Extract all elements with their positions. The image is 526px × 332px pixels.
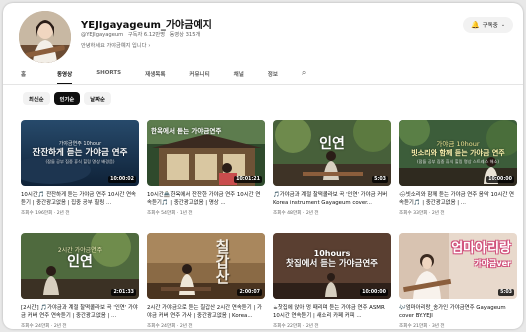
video-duration: 10:01:21 [234,176,262,183]
thumb-line: 엄마아리랑 [451,241,511,256]
video-card[interactable]: 엄마아리랑 가야금ver 5:03 🎶엄마아리랑_송가인 가야금연주 Gayag… [399,233,517,329]
video-thumbnail[interactable]: 한옥에서 듣는 가야금연주 10:01:21 [147,120,265,186]
thumb-line: 칠갑산 [213,239,231,284]
subscriber-count: 구독자 6.12만명 [127,32,165,38]
tab-playlists[interactable]: 재생목록 [145,70,165,84]
channel-description-text: 안녕하세요 가야금예지 입니다 [81,43,147,49]
video-title[interactable]: ☕찻집에 앉아 멍 때리며 듣는 가야금 연주 ASMR 10시간 연속듣기 |… [273,304,391,320]
video-meta: 조회수 21만회 · 3년 전 [399,324,445,329]
video-duration: 2:01:33 [111,289,136,296]
tabs-divider [3,84,523,85]
video-duration: 5:03 [372,176,388,183]
chip-popular[interactable]: 인기순 [53,92,81,105]
video-duration: 5:03 [498,289,514,296]
video-title[interactable]: 🌧빗소리와 함께 듣는 가야금 연주 음악 10시간 연속듣기🎵 | 중간광고없… [399,191,517,207]
thumb-line: (잠들 공부 집중 휴식 힐링 명상 배경음) [45,159,115,164]
video-card[interactable]: 2시간 가야금연주 인연 2:01:33 [2시간] 🎵가야금과 계절 찰떡콜라… [21,233,139,329]
tab-shorts[interactable]: SHORTS [96,70,121,84]
video-duration: 2:00:07 [237,289,262,296]
video-thumbnail[interactable]: 칠갑산 2:00:07 [147,233,265,299]
channel-meta: @YEJIgayageum 구독자 6.12만명 동영상 315개 [81,31,203,38]
video-meta: 조회수 24만회 · 2년 전 [21,324,67,329]
thumb-line: 한옥에서 듣는 가야금연주 [151,127,222,135]
channel-page: YEJIgayageum_가야금예지 @YEJIgayageum 구독자 6.1… [3,3,523,329]
video-card[interactable]: 가야금 10hour 빗소리와 함께 듣는 가야금 연주 (잠들 공부 집중 휴… [399,120,517,233]
video-title[interactable]: 10시간🎵 잔잔하게 듣는 가야금 연주 10시간 연속듣기 | 중간광고없음 … [21,191,139,207]
video-card[interactable]: 가야금연주 10hour 잔잔하게 듣는 가야금 연주 (잠들 공부 집중 휴식… [21,120,139,233]
channel-description[interactable]: 안녕하세요 가야금예지 입니다 › [81,42,150,49]
tab-channels[interactable]: 채널 [234,70,244,84]
video-meta: 조회수 22만회 · 2년 전 [273,324,319,329]
video-thumbnail[interactable]: 가야금 10hour 빗소리와 함께 듣는 가야금 연주 (잠들 공부 집중 휴… [399,120,517,186]
video-title[interactable]: 2시간 가야금으로 듣는 칠갑산 2시간 연속듣기 | 가야금 커버 연주 가사… [147,304,265,320]
subscribed-label: 구독중 [482,23,498,29]
channel-avatar[interactable] [19,11,71,63]
sort-chips: 최신순 인기순 날짜순 [23,92,111,105]
video-thumbnail[interactable]: 10hours 찻집에서 듣는 가야금연주 10:00:00 [273,233,391,299]
video-meta: 조회수 33만회 · 2년 전 [399,211,445,216]
chip-oldest[interactable]: 날짜순 [84,92,111,105]
thumb-line: 가야금ver [474,259,511,268]
thumb-line: 10hours [313,249,351,258]
video-meta: 조회수 48만회 · 2년 전 [273,211,319,216]
video-count: 동영상 315개 [169,32,201,38]
thumb-line: 인연 [67,253,93,270]
channel-name: YEJIgayageum_가야금예지 [81,20,212,31]
video-duration: 10:00:02 [108,176,136,183]
tab-videos[interactable]: 동영상 [57,70,73,84]
video-thumbnail[interactable]: 2시간 가야금연주 인연 2:01:33 [21,233,139,299]
thumb-line: 2시간 가야금연주 [57,246,103,254]
search-icon[interactable]: ⌕ [302,68,306,78]
bell-icon: 🔔 [470,21,480,29]
thumb-line: 빗소리와 함께 듣는 가야금 연주 [411,149,505,157]
chevron-down-icon: ⌄ [500,22,506,28]
video-card[interactable]: 10hours 찻집에서 듣는 가야금연주 10:00:00 ☕찻집에 앉아 멍… [273,233,391,329]
thumb-line: 찻집에서 듣는 가야금연주 [286,259,378,269]
video-card[interactable]: 인연 5:03 🎵가야금과 계절 찰떡콜라보 곡 '인연' 가야금 커버 Kor… [273,120,391,233]
avatar-image [19,11,71,63]
thumb-line: 인연 [319,136,345,152]
video-title[interactable]: 🎵가야금과 계절 찰떡콜라보 곡 '인연' 가야금 커버 Korea instr… [273,191,391,207]
thumb-line: (잠들 공부 집중 휴식 힐링 명상 스트레스 해소) [417,159,499,164]
video-thumbnail[interactable]: 가야금연주 10hour 잔잔하게 듣는 가야금 연주 (잠들 공부 집중 휴식… [21,120,139,186]
video-thumbnail[interactable]: 엄마아리랑 가야금ver 5:03 [399,233,517,299]
video-duration: 10:00:00 [486,176,514,183]
channel-tabs: 홈 동영상 SHORTS 재생목록 커뮤니티 채널 정보 ⌕ [21,68,306,84]
video-meta: 조회수 54만회 · 1년 전 [147,211,193,216]
thumbnail-text: 엄마아리랑 가야금ver [451,241,511,271]
tab-community[interactable]: 커뮤니티 [189,70,209,84]
video-title[interactable]: 🎶엄마아리랑_송가인 가야금연주 Gayageum cover BY.YEJI [399,304,517,320]
video-card[interactable]: 한옥에서 듣는 가야금연주 10:01:21 10시간🏯한옥에서 잔잔한 가야금… [147,120,265,233]
chevron-right-icon: › [148,43,151,49]
video-title[interactable]: 10시간🏯한옥에서 잔잔한 가야금 연주 10시간 연속듣기🎵 | 중간광고없음… [147,191,265,207]
channel-handle: @YEJIgayageum [81,32,124,38]
chip-latest[interactable]: 최신순 [23,92,50,105]
thumb-line: 가야금 10hour [436,140,480,148]
video-card[interactable]: 칠갑산 2:00:07 2시간 가야금으로 듣는 칠갑산 2시간 연속듣기 | … [147,233,265,329]
subscribed-button[interactable]: 🔔 구독중 ⌄ [463,17,513,33]
thumb-line: 가야금연주 10hour [58,141,102,147]
thumb-line: 잔잔하게 듣는 가야금 연주 [32,148,128,158]
video-title[interactable]: [2시간] 🎵가야금과 계절 찰떡콜라보 곡 '인연' 가야금 커버 연주 연속… [21,304,139,320]
video-duration: 10:00:00 [360,289,388,296]
video-thumbnail[interactable]: 인연 5:03 [273,120,391,186]
tab-about[interactable]: 정보 [268,70,278,84]
video-grid: 가야금연주 10hour 잔잔하게 듣는 가야금 연주 (잠들 공부 집중 휴식… [21,120,519,329]
video-meta: 조회수 196만회 · 2년 전 [21,211,70,216]
tab-home[interactable]: 홈 [21,70,33,84]
video-meta: 조회수 24만회 · 2년 전 [147,324,193,329]
